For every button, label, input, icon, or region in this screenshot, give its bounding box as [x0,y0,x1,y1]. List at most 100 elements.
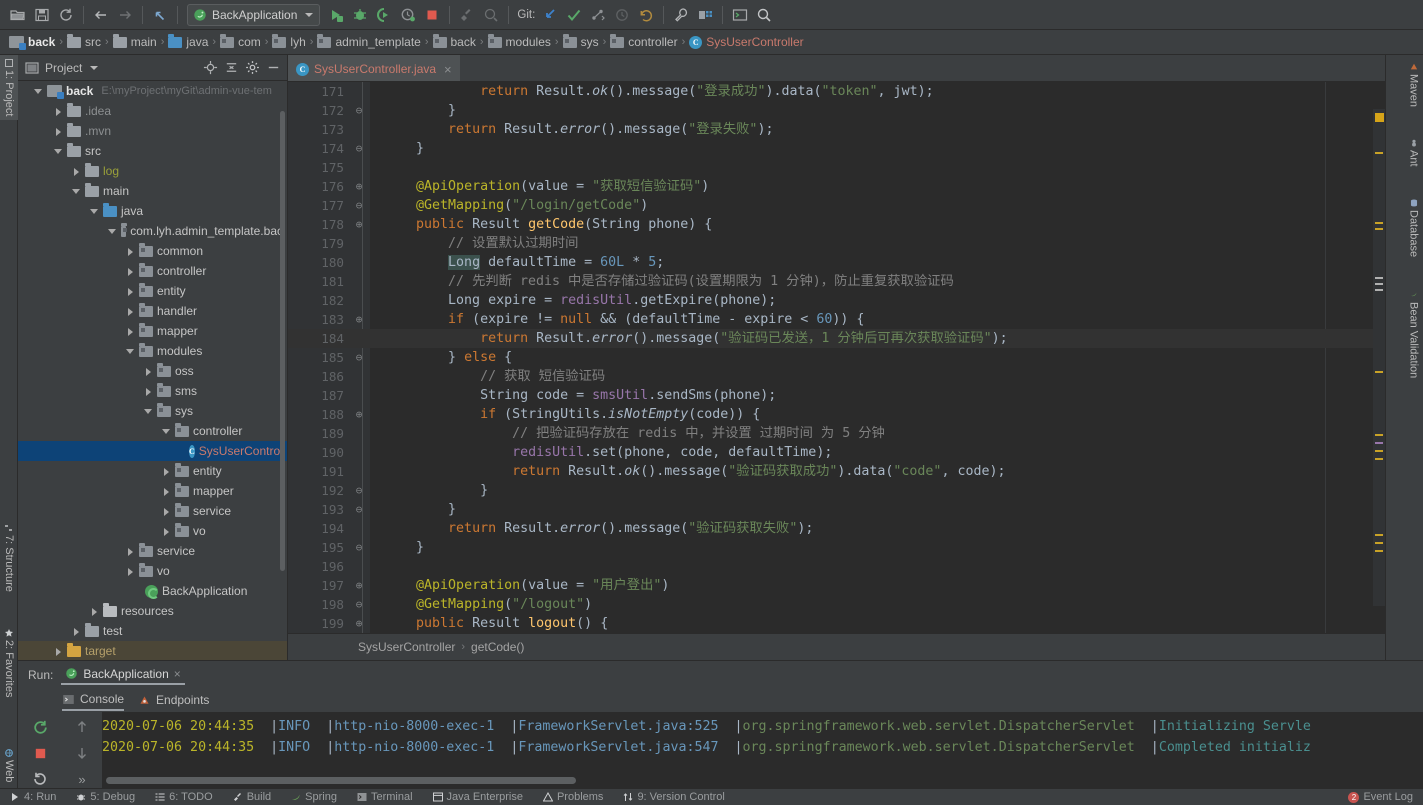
tree-node-oss[interactable]: oss [18,361,287,381]
code-line[interactable]: 195 ⊖ } [288,538,1385,557]
code-line[interactable]: 192 ⊖ } [288,481,1385,500]
chevron-right-icon[interactable] [72,167,81,176]
run-configuration-selector[interactable]: BackApplication [187,3,321,26]
chevron-down-icon[interactable] [72,187,81,196]
sidebar-item-structure[interactable]: 7: Structure [0,520,18,596]
scroll-down-icon[interactable] [71,742,93,764]
code-line[interactable]: 177 ⊖ @GetMapping("/login/getCode") [288,196,1385,215]
code-line[interactable]: 196 [288,557,1385,576]
git-push-icon[interactable] [586,3,610,27]
chevron-right-icon[interactable] [144,387,153,396]
chevron-down-icon[interactable] [162,427,171,436]
tree-node-base-package[interactable]: com.lyh.admin_template.bac [18,221,287,241]
chevron-right-icon[interactable] [144,367,153,376]
code-fold-marker[interactable]: ⊖ [348,101,370,120]
tree-node-mapper[interactable]: mapper [18,321,287,341]
sidebar-item-favorites[interactable]: 2: Favorites [0,625,18,701]
breadcrumb-item-main[interactable]: main [110,32,160,52]
restart-icon[interactable] [29,768,51,790]
git-rollback-icon[interactable] [634,3,658,27]
tree-node-common[interactable]: common [18,241,287,261]
soft-wrap-icon[interactable]: » [71,768,93,790]
sidebar-item-maven[interactable]: Maven [1404,59,1423,111]
editor-markers-gutter[interactable] [1373,109,1385,606]
code-line[interactable]: 186 // 获取 短信验证码 [288,367,1385,386]
chevron-down-icon[interactable] [126,347,135,356]
code-line[interactable]: 198 ⊖ @GetMapping("/logout") [288,595,1385,614]
status-item-debug[interactable]: 5: Debug [66,789,145,805]
git-history-icon[interactable] [610,3,634,27]
sync-icon[interactable] [54,3,78,27]
forward-arrow-icon[interactable] [113,3,137,27]
code-line[interactable]: 185 ⊖ } else { [288,348,1385,367]
git-commit-icon[interactable] [562,3,586,27]
tree-node-resources[interactable]: resources [18,601,287,621]
code-fold-marker[interactable]: ⊖ [348,139,370,158]
code-line[interactable]: 172 ⊖ } [288,101,1385,120]
code-fold-marker[interactable]: ⊖ [348,196,370,215]
breadcrumb-class[interactable]: SysUserController [358,640,455,654]
code-line[interactable]: 197 ⊕ @ApiOperation(value = "用户登出") [288,576,1385,595]
terminal-icon[interactable] [728,3,752,27]
breadcrumb-item-lyh[interactable]: lyh [269,32,308,52]
project-structure-icon[interactable] [693,3,717,27]
code-fold-marker[interactable]: ⊖ [348,595,370,614]
chevron-down-icon[interactable] [305,12,314,17]
tree-node-sys-service[interactable]: service [18,501,287,521]
tree-node-main[interactable]: main [18,181,287,201]
code-line[interactable]: 199 ⊕ public Result logout() { [288,614,1385,633]
status-item-java-enterprise[interactable]: Java Enterprise [423,789,533,805]
code-editor[interactable]: 171 return Result.ok().message("登录成功").d… [288,82,1385,633]
chevron-right-icon[interactable] [162,507,171,516]
tree-node-target[interactable]: target [18,641,287,660]
chevron-right-icon[interactable] [54,107,63,116]
breadcrumb-item-modules[interactable]: modules [485,32,554,52]
chevron-right-icon[interactable] [90,607,99,616]
code-fold-marker[interactable]: ⊕ [348,405,370,424]
editor-tab-sysusercontroller[interactable]: C SysUserController.java × [288,55,460,81]
undo-arrow-icon[interactable] [148,3,172,27]
tree-node-modules[interactable]: modules [18,341,287,361]
tree-node-log[interactable]: log [18,161,287,181]
code-line[interactable]: 190 redisUtil.set(phone, code, defaultTi… [288,443,1385,462]
sidebar-item-ant[interactable]: Ant [1404,135,1423,171]
code-line[interactable]: 174 ⊖ } [288,139,1385,158]
breadcrumb-item-admin-template[interactable]: admin_template [314,32,423,52]
tree-node-sys-vo[interactable]: vo [18,521,287,541]
chevron-right-icon[interactable] [126,267,135,276]
code-line[interactable]: 173 return Result.error().message("登录失败"… [288,120,1385,139]
code-line[interactable]: 179 // 设置默认过期时间 [288,234,1385,253]
tree-node-service[interactable]: service [18,541,287,561]
code-fold-marker[interactable]: ⊕ [348,614,370,633]
tree-node-sysusercontroller[interactable]: C SysUserControll [18,441,287,461]
breadcrumb-item-back-pkg[interactable]: back [430,32,479,52]
breadcrumb-method[interactable]: getCode() [471,640,524,654]
sidebar-item-project[interactable]: 1: Project [0,55,18,121]
chevron-down-icon[interactable] [34,87,43,96]
tree-node-sys-mapper[interactable]: mapper [18,481,287,501]
code-fold-marker[interactable]: ⊖ [348,500,370,519]
code-line[interactable]: 191 return Result.ok().message("验证码获取成功"… [288,462,1385,481]
chevron-down-icon[interactable] [108,227,117,236]
code-fold-marker[interactable]: ⊖ [348,348,370,367]
open-folder-icon[interactable] [6,3,30,27]
project-tree[interactable]: back E:\myProject\myGit\admin-vue-tem .i… [18,81,287,660]
chevron-right-icon[interactable] [54,647,63,656]
tree-node-sys[interactable]: sys [18,401,287,421]
status-item-run[interactable]: 4: Run [0,789,66,805]
code-line[interactable]: 181 // 先判断 redis 中是否存储过验证码(设置期限为 1 分钟)，防… [288,272,1385,291]
tree-node-src[interactable]: src [18,141,287,161]
breadcrumb-item-java[interactable]: java [165,32,211,52]
code-line[interactable]: 193 ⊖ } [288,500,1385,519]
breadcrumb-item-sysusercontroller[interactable]: C SysUserController [686,32,806,52]
code-fold-marker[interactable]: ⊕ [348,215,370,234]
close-icon[interactable]: × [174,667,181,681]
build-icon[interactable] [455,3,479,27]
chevron-right-icon[interactable] [126,547,135,556]
chevron-right-icon[interactable] [126,287,135,296]
code-line[interactable]: 187 String code = smsUtil.sendSms(phone)… [288,386,1385,405]
sidebar-item-database[interactable]: Database [1404,195,1423,261]
tree-node-sms[interactable]: sms [18,381,287,401]
chevron-right-icon[interactable] [126,247,135,256]
search-everywhere-icon[interactable] [752,3,776,27]
